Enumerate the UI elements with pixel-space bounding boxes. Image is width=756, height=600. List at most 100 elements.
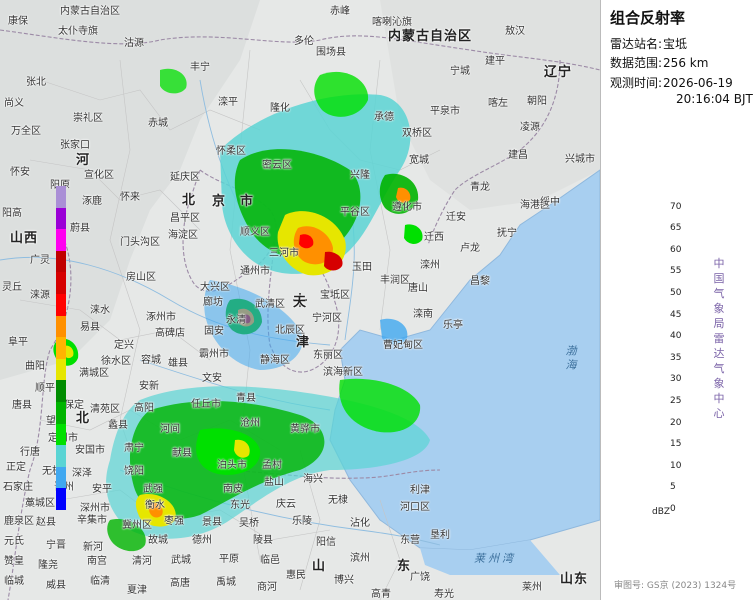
map-label: 安平 bbox=[92, 484, 112, 495]
sea-label: 莱州湾 bbox=[474, 552, 516, 565]
map-label: 兴隆 bbox=[350, 170, 370, 181]
map-label: 蠡县 bbox=[108, 420, 128, 431]
map-label: 景县 bbox=[202, 517, 222, 528]
map-label: 玉田 bbox=[352, 262, 372, 273]
map-label: 行唐 bbox=[20, 447, 40, 458]
map-label: 迁西 bbox=[424, 232, 444, 243]
map-label: 建昌 bbox=[508, 150, 528, 161]
radar-map[interactable]: 内蒙古自治区 内蒙古自治区 河 北 山西 北 京 市 天 津 辽宁 山 东 山东… bbox=[0, 0, 600, 600]
map-label: 蔚县 bbox=[70, 223, 90, 234]
map-label: 青龙 bbox=[470, 182, 490, 193]
map-label: 万全区 bbox=[11, 126, 41, 137]
map-label: 隆尧 bbox=[38, 560, 58, 571]
map-label: 新河 bbox=[83, 542, 103, 553]
scale-swatch bbox=[56, 186, 66, 208]
map-label: 德州 bbox=[192, 535, 212, 546]
scale-tick-label: 20 bbox=[670, 417, 682, 428]
map-label: 张家口 bbox=[60, 140, 90, 151]
map-label: 喀喇沁旗 bbox=[372, 17, 412, 28]
map-label: 涿鹿 bbox=[82, 196, 102, 207]
map-label: 京 bbox=[212, 194, 227, 209]
map-label: 滨海新区 bbox=[323, 367, 363, 378]
map-label: 赤峰 bbox=[330, 6, 350, 17]
map-label: 永清 bbox=[226, 315, 246, 326]
map-label: 满城区 bbox=[79, 368, 109, 379]
map-label: 冀州区 bbox=[122, 520, 152, 531]
map-label: 涿州市 bbox=[146, 312, 176, 323]
map-label: 黄骅市 bbox=[290, 424, 320, 435]
map-label: 怀安 bbox=[10, 167, 30, 178]
scale-tick-label: 50 bbox=[670, 288, 682, 298]
map-label: 吴桥 bbox=[239, 518, 259, 529]
map-label: 徐水区 bbox=[101, 356, 131, 367]
map-label: 临邑 bbox=[260, 555, 280, 566]
map-label: 藁城区 bbox=[25, 498, 55, 509]
map-label: 遵化市 bbox=[392, 202, 422, 213]
map-label: 高碑店 bbox=[155, 328, 185, 339]
map-label: 青县 bbox=[236, 393, 256, 404]
map-label: 喀左 bbox=[488, 98, 508, 109]
map-label: 宝坻区 bbox=[320, 290, 350, 301]
map-label: 天 bbox=[293, 295, 308, 310]
map-label: 海兴 bbox=[303, 474, 323, 485]
map-label: 临清 bbox=[90, 576, 110, 587]
map-label: 辛集市 bbox=[77, 515, 107, 526]
map-label: 三河市 bbox=[269, 248, 299, 259]
map-label: 保定 bbox=[64, 400, 84, 411]
color-scale bbox=[56, 186, 66, 510]
unit-label: dBZ bbox=[652, 507, 671, 517]
map-label: 广饶 bbox=[410, 572, 430, 583]
map-label: 门头沟区 bbox=[120, 237, 160, 248]
map-label: 康保 bbox=[8, 16, 28, 27]
map-label: 石家庄 bbox=[3, 482, 33, 493]
map-label: 赤城 bbox=[148, 118, 168, 129]
map-label: 沧州 bbox=[240, 418, 260, 429]
map-label: 曹妃甸区 bbox=[383, 340, 423, 351]
map-label: 文安 bbox=[202, 373, 222, 384]
range-info: 数据范围:256 km bbox=[610, 54, 708, 71]
map-label: 威县 bbox=[46, 580, 66, 591]
map-label: 山 bbox=[312, 559, 327, 574]
map-label: 灵丘 bbox=[2, 282, 22, 293]
map-label: 内蒙古自治区 bbox=[388, 29, 473, 44]
scale-tick-label: 10 bbox=[670, 460, 682, 471]
scale-tick-label: 65 bbox=[670, 223, 682, 234]
map-label: 怀来 bbox=[120, 192, 140, 203]
map-label: 武清区 bbox=[255, 299, 285, 310]
map-label: 多伦 bbox=[294, 36, 314, 47]
map-label: 河 bbox=[76, 153, 91, 168]
map-label: 承德 bbox=[374, 112, 394, 123]
map-label: 平谷区 bbox=[340, 207, 370, 218]
map-label: 高青 bbox=[371, 589, 391, 600]
map-approval-number: 审图号: GS京 (2023) 1324号 bbox=[614, 581, 737, 591]
map-label: 临城 bbox=[4, 576, 24, 587]
map-label: 河间 bbox=[160, 424, 180, 435]
map-label: 任丘市 bbox=[191, 399, 221, 410]
scale-tick-label: 25 bbox=[670, 396, 682, 406]
scale-swatch bbox=[56, 315, 66, 338]
map-label: 怀柔区 bbox=[216, 146, 246, 157]
map-label: 孟村 bbox=[262, 460, 282, 471]
map-label: 惠民 bbox=[286, 570, 306, 581]
map-label: 东丽区 bbox=[313, 350, 343, 361]
map-label: 密云区 bbox=[262, 160, 292, 171]
map-label: 张北 bbox=[26, 77, 46, 88]
scale-swatch bbox=[56, 337, 66, 359]
radar-view: 内蒙古自治区 内蒙古自治区 河 北 山西 北 京 市 天 津 辽宁 山 东 山东… bbox=[0, 0, 756, 600]
legend-panel: 组合反射率 雷达站名:宝坻 数据范围:256 km 观测时间:2026-06-1… bbox=[600, 0, 756, 600]
time-clock: 20:16:04 BJT bbox=[676, 92, 753, 106]
map-label: 阜平 bbox=[8, 337, 28, 348]
map-label: 抚宁 bbox=[497, 228, 517, 239]
map-label: 定兴 bbox=[114, 340, 134, 351]
map-label: 唐县 bbox=[12, 400, 32, 411]
scale-tick-label: 5 bbox=[670, 482, 676, 493]
map-label: 宽城 bbox=[409, 155, 429, 166]
map-label: 平泉市 bbox=[430, 106, 460, 117]
scale-swatch bbox=[56, 380, 66, 402]
map-label: 容城 bbox=[141, 355, 161, 366]
map-label: 深泽 bbox=[72, 468, 92, 479]
scale-tick-label: 55 bbox=[670, 266, 682, 277]
map-label: 饶阳 bbox=[124, 466, 144, 477]
scale-tick-label: 45 bbox=[670, 309, 682, 320]
map-label: 肃宁 bbox=[124, 443, 144, 454]
